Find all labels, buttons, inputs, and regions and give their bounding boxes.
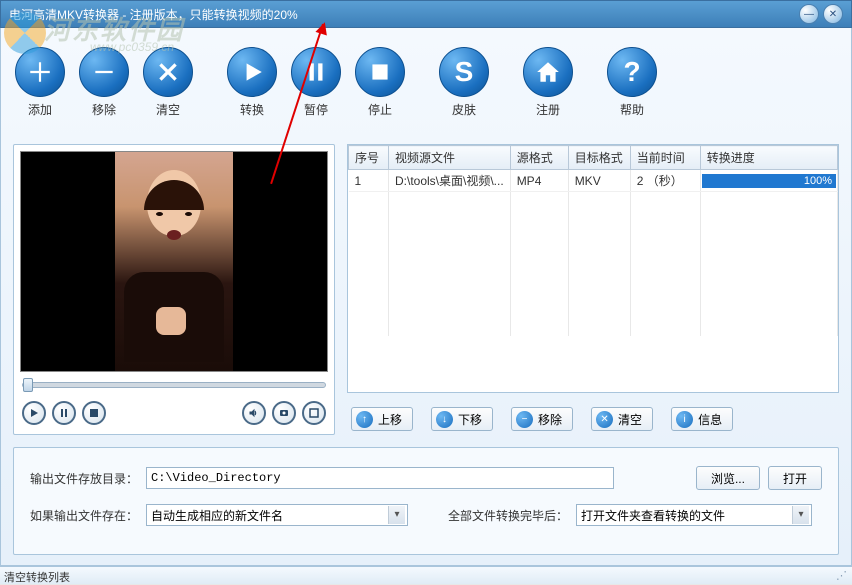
minimize-button[interactable]: — <box>799 4 819 24</box>
seek-slider[interactable] <box>22 382 326 388</box>
pause-button[interactable]: 暂停 <box>285 47 347 118</box>
info-button[interactable]: i信息 <box>671 407 733 431</box>
window-title: 电河高清MKV转换器 - 注册版本，只能转换视频的20% <box>9 6 298 23</box>
toolbar: 添加 移除 清空 转换 暂停 停止 S 皮肤 注册 <box>1 28 851 128</box>
pause-icon <box>291 47 341 97</box>
up-arrow-icon: ↑ <box>356 411 373 428</box>
stop-button[interactable]: 停止 <box>349 47 411 118</box>
status-text: 清空转换列表 <box>4 569 70 584</box>
register-button[interactable]: 注册 <box>517 47 579 118</box>
titlebar: 电河高清MKV转换器 - 注册版本，只能转换视频的20% — ✕ <box>0 0 852 28</box>
preview-fullscreen-button[interactable] <box>302 401 326 425</box>
list-clear-button[interactable]: ✕清空 <box>591 407 653 431</box>
add-button[interactable]: 添加 <box>9 47 71 118</box>
if-exists-label: 如果输出文件存在： <box>30 507 138 524</box>
info-icon: i <box>676 411 693 428</box>
th-time[interactable]: 当前时间 <box>630 146 700 170</box>
th-index[interactable]: 序号 <box>349 146 389 170</box>
move-down-button[interactable]: ↓下移 <box>431 407 493 431</box>
output-dir-input[interactable] <box>146 467 614 489</box>
clear-button[interactable]: 清空 <box>137 47 199 118</box>
open-button[interactable]: 打开 <box>768 466 822 490</box>
table-row[interactable]: 1 D:\tools\桌面\视频\... MP4 MKV 2 （秒） 100% <box>349 170 838 192</box>
statusbar: 清空转换列表 ⋰ <box>0 566 852 584</box>
remove-button[interactable]: 移除 <box>73 47 135 118</box>
preview-stop-button[interactable] <box>82 401 106 425</box>
preview-pause-button[interactable] <box>52 401 76 425</box>
help-button[interactable]: ? 帮助 <box>601 47 663 118</box>
progress-bar: 100% <box>702 174 836 188</box>
preview-panel <box>13 144 335 435</box>
question-icon: ? <box>607 47 657 97</box>
after-combo[interactable]: 打开文件夹查看转换的文件 <box>576 504 812 526</box>
x-icon <box>143 47 193 97</box>
x-icon: ✕ <box>596 411 613 428</box>
close-button[interactable]: ✕ <box>823 4 843 24</box>
minus-icon <box>79 47 129 97</box>
if-exists-combo[interactable]: 自动生成相应的新文件名 <box>146 504 408 526</box>
plus-icon <box>15 47 65 97</box>
convert-button[interactable]: 转换 <box>221 47 283 118</box>
resize-grip[interactable]: ⋰ <box>836 569 846 584</box>
down-arrow-icon: ↓ <box>436 411 453 428</box>
move-up-button[interactable]: ↑上移 <box>351 407 413 431</box>
output-dir-label: 输出文件存放目录： <box>30 470 138 487</box>
skin-icon: S <box>439 47 489 97</box>
main-panel: 添加 移除 清空 转换 暂停 停止 S 皮肤 注册 <box>0 28 852 566</box>
th-src-format[interactable]: 源格式 <box>510 146 568 170</box>
file-table[interactable]: 序号 视频源文件 源格式 目标格式 当前时间 转换进度 1 D:\tools\桌… <box>347 144 839 393</box>
minus-icon: − <box>516 411 533 428</box>
th-dst-format[interactable]: 目标格式 <box>568 146 630 170</box>
settings-panel: 输出文件存放目录： 浏览... 打开 如果输出文件存在： 自动生成相应的新文件名… <box>13 447 839 555</box>
home-icon <box>523 47 573 97</box>
after-label: 全部文件转换完毕后： <box>448 507 568 524</box>
th-source[interactable]: 视频源文件 <box>389 146 511 170</box>
preview-play-button[interactable] <box>22 401 46 425</box>
play-icon <box>227 47 277 97</box>
skin-button[interactable]: S 皮肤 <box>433 47 495 118</box>
list-remove-button[interactable]: −移除 <box>511 407 573 431</box>
preview-snapshot-button[interactable] <box>272 401 296 425</box>
browse-button[interactable]: 浏览... <box>696 466 760 490</box>
stop-icon <box>355 47 405 97</box>
th-progress[interactable]: 转换进度 <box>700 146 837 170</box>
video-preview <box>20 151 328 372</box>
preview-volume-button[interactable] <box>242 401 266 425</box>
